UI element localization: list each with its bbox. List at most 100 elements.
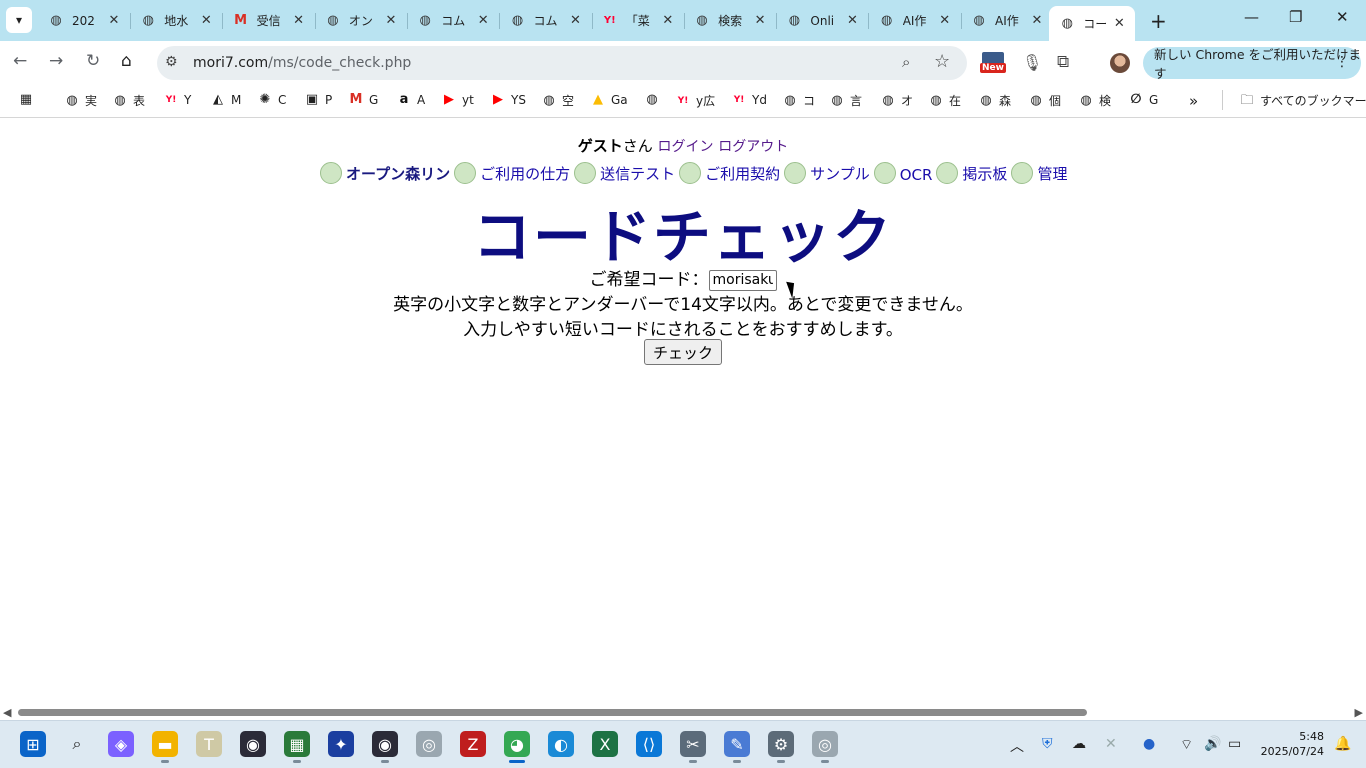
close-tab-icon[interactable]: ✕ xyxy=(289,13,309,28)
menu-item[interactable]: ご利用契約 xyxy=(679,162,780,184)
bookmark-item[interactable]: ◭ M xyxy=(210,92,241,108)
minimize-button[interactable]: — xyxy=(1244,8,1259,26)
browser-tab[interactable]: ◍ 検索 ✕ xyxy=(684,6,778,35)
wifi-icon[interactable]: ⌔ xyxy=(1180,736,1193,754)
close-tab-icon[interactable]: ✕ xyxy=(750,13,770,28)
filezilla-icon[interactable]: Z xyxy=(460,731,486,757)
browser-tab[interactable]: M 受信 ✕ xyxy=(223,6,316,35)
menu-item[interactable]: サンプル xyxy=(784,162,870,184)
home-button[interactable]: ⌂ xyxy=(121,51,132,71)
bookmark-item[interactable]: ▲ Ga xyxy=(590,92,628,108)
text-editor-icon[interactable]: T xyxy=(196,731,222,757)
browser-tab[interactable]: ◍ コム ✕ xyxy=(500,6,593,35)
scroll-right-icon[interactable]: ▶ xyxy=(1355,706,1363,719)
bookmark-item[interactable]: ◍ 空 xyxy=(541,92,574,109)
bookmark-item[interactable]: Y! Yd xyxy=(731,92,767,108)
browser-tab[interactable]: ◍ 202 ✕ xyxy=(38,6,131,35)
scroll-left-icon[interactable]: ◀ xyxy=(3,706,11,719)
browser-tab[interactable]: ◍ コム ✕ xyxy=(407,6,501,35)
close-tab-icon[interactable]: ✕ xyxy=(658,13,678,28)
file-explorer-icon[interactable]: ▬ xyxy=(152,731,178,763)
excel-icon[interactable]: X xyxy=(592,731,618,757)
close-window-button[interactable]: ✕ xyxy=(1336,8,1349,26)
menu-item[interactable]: オープン森リン xyxy=(320,162,450,184)
bookmark-item[interactable]: ◍ 検 xyxy=(1078,92,1111,109)
bookmark-item[interactable]: ◍ 言 xyxy=(829,92,862,109)
browser-tab[interactable]: ◍ 地水 ✕ xyxy=(130,6,224,35)
menu-item[interactable]: 掲示板 xyxy=(936,162,1007,184)
vscode-icon[interactable]: ⟨⟩ xyxy=(636,731,662,757)
app-tray-icon[interactable]: ● xyxy=(1143,736,1155,752)
more-menu-icon[interactable]: ⋮ xyxy=(1335,54,1349,70)
code-input[interactable] xyxy=(708,269,777,291)
bookmark-item[interactable]: ∅ G xyxy=(1128,92,1158,108)
battery-icon[interactable]: ▭ xyxy=(1228,736,1241,752)
tool-x-icon[interactable]: ✕ xyxy=(1105,736,1117,752)
bookmark-item[interactable]: ◍ 在 xyxy=(928,92,961,109)
close-tab-icon[interactable]: ✕ xyxy=(473,13,493,28)
paint-app-icon[interactable]: ✎ xyxy=(724,731,750,763)
close-tab-icon[interactable]: ✕ xyxy=(1027,13,1047,28)
menu-item[interactable]: 管理 xyxy=(1011,162,1067,184)
bookmark-item[interactable]: ▶ YS xyxy=(490,92,526,108)
menu-item[interactable]: OCR xyxy=(873,162,932,184)
bookmark-item[interactable]: Y! y広 xyxy=(675,92,715,109)
camera-app-icon[interactable]: ◉ xyxy=(240,731,266,757)
horizontal-scrollbar[interactable]: ◀ ▶ xyxy=(0,705,1366,720)
calculator-app-icon[interactable]: ▦ xyxy=(284,731,310,763)
bookmark-item[interactable]: ◍ コ xyxy=(782,92,815,109)
check-button[interactable]: チェック xyxy=(643,339,722,365)
bookmark-item[interactable]: ▦ xyxy=(18,92,39,108)
settings-icon[interactable]: ⚙ xyxy=(768,731,794,763)
webcam-icon[interactable]: ◎ xyxy=(416,731,442,757)
camera-app-icon[interactable]: ◉ xyxy=(372,731,398,763)
bookmark-item[interactable]: Y! Y xyxy=(163,92,192,108)
bookmark-star-icon[interactable]: ☆ xyxy=(934,51,950,72)
bookmark-item[interactable]: ▶ yt xyxy=(441,92,474,108)
profile-avatar[interactable] xyxy=(1110,53,1130,73)
bookmark-item[interactable]: ◍ オ xyxy=(880,92,913,109)
reload-button[interactable]: ↻ xyxy=(86,51,100,71)
menu-item[interactable]: 送信テスト xyxy=(574,162,675,184)
bookmark-item[interactable]: ◍ 森 xyxy=(978,92,1011,109)
scrollbar-thumb[interactable] xyxy=(18,709,1087,716)
webcam-icon[interactable]: ◎ xyxy=(812,731,838,763)
chrome-icon[interactable]: ◕ xyxy=(504,731,530,763)
close-tab-icon[interactable]: ✕ xyxy=(196,13,216,28)
chrome-update-button[interactable]: 新しい Chrome をご利用いただけます ⋮ xyxy=(1143,47,1361,81)
site-info-icon[interactable]: ⚙ xyxy=(165,54,178,70)
url-text[interactable]: mori7.com/ms/code_check.php xyxy=(193,55,411,71)
close-tab-icon[interactable]: ✕ xyxy=(381,13,401,28)
snipping-tool-icon[interactable]: ✂ xyxy=(680,731,706,763)
address-bar[interactable]: ⚙ mori7.com/ms/code_check.php ⌕ ☆ xyxy=(157,46,967,80)
copilot-icon[interactable]: ◈ xyxy=(108,731,134,757)
zoom-icon[interactable]: ⌕ xyxy=(902,53,910,71)
bookmark-item[interactable]: ✺ C xyxy=(257,92,287,108)
notification-bell-icon[interactable]: 🔔 xyxy=(1334,736,1351,752)
extension-new-button[interactable]: New xyxy=(980,52,1006,76)
bookmark-item[interactable]: aA xyxy=(396,92,426,108)
browser-tab[interactable]: Y! 「菜 ✕ xyxy=(592,6,685,35)
back-button[interactable]: ← xyxy=(13,51,27,71)
search-icon[interactable]: ⌕ xyxy=(64,731,90,757)
browser-tab[interactable]: ◍ コー ✕ xyxy=(1049,6,1136,41)
extensions-puzzle-icon[interactable]: ⧉ xyxy=(1057,52,1069,72)
more-bookmarks-chevron-icon[interactable]: » xyxy=(1189,92,1198,110)
system-clock[interactable]: 5:48 2025/07/24 xyxy=(1258,729,1324,759)
logout-link[interactable]: ログアウト xyxy=(718,139,788,155)
onedrive-offline-icon[interactable]: ☁ xyxy=(1072,736,1086,752)
all-bookmarks-folder[interactable]: 🗀 すべてのブックマーク xyxy=(1239,92,1366,109)
bookmark-item[interactable]: ◍ 実 xyxy=(64,92,97,109)
microphone-icon[interactable]: 🎙 xyxy=(1022,53,1042,72)
close-tab-icon[interactable]: ✕ xyxy=(842,13,862,28)
bookmark-item[interactable]: ▣ P xyxy=(304,92,332,108)
tab-search-button[interactable]: ▾ xyxy=(6,7,32,33)
bookmark-item[interactable]: ◍ xyxy=(644,92,665,108)
restore-button[interactable]: ❐ xyxy=(1289,8,1302,26)
forward-button[interactable]: → xyxy=(49,51,63,71)
browser-tab[interactable]: ◍ AI作 ✕ xyxy=(961,6,1054,35)
browser-tab[interactable]: ◍ オン ✕ xyxy=(315,6,408,35)
show-hidden-icons-chevron-icon[interactable]: ︿ xyxy=(1010,736,1024,756)
close-tab-icon[interactable]: ✕ xyxy=(104,13,124,28)
browser-tab[interactable]: ◍ AI作 ✕ xyxy=(869,6,962,35)
